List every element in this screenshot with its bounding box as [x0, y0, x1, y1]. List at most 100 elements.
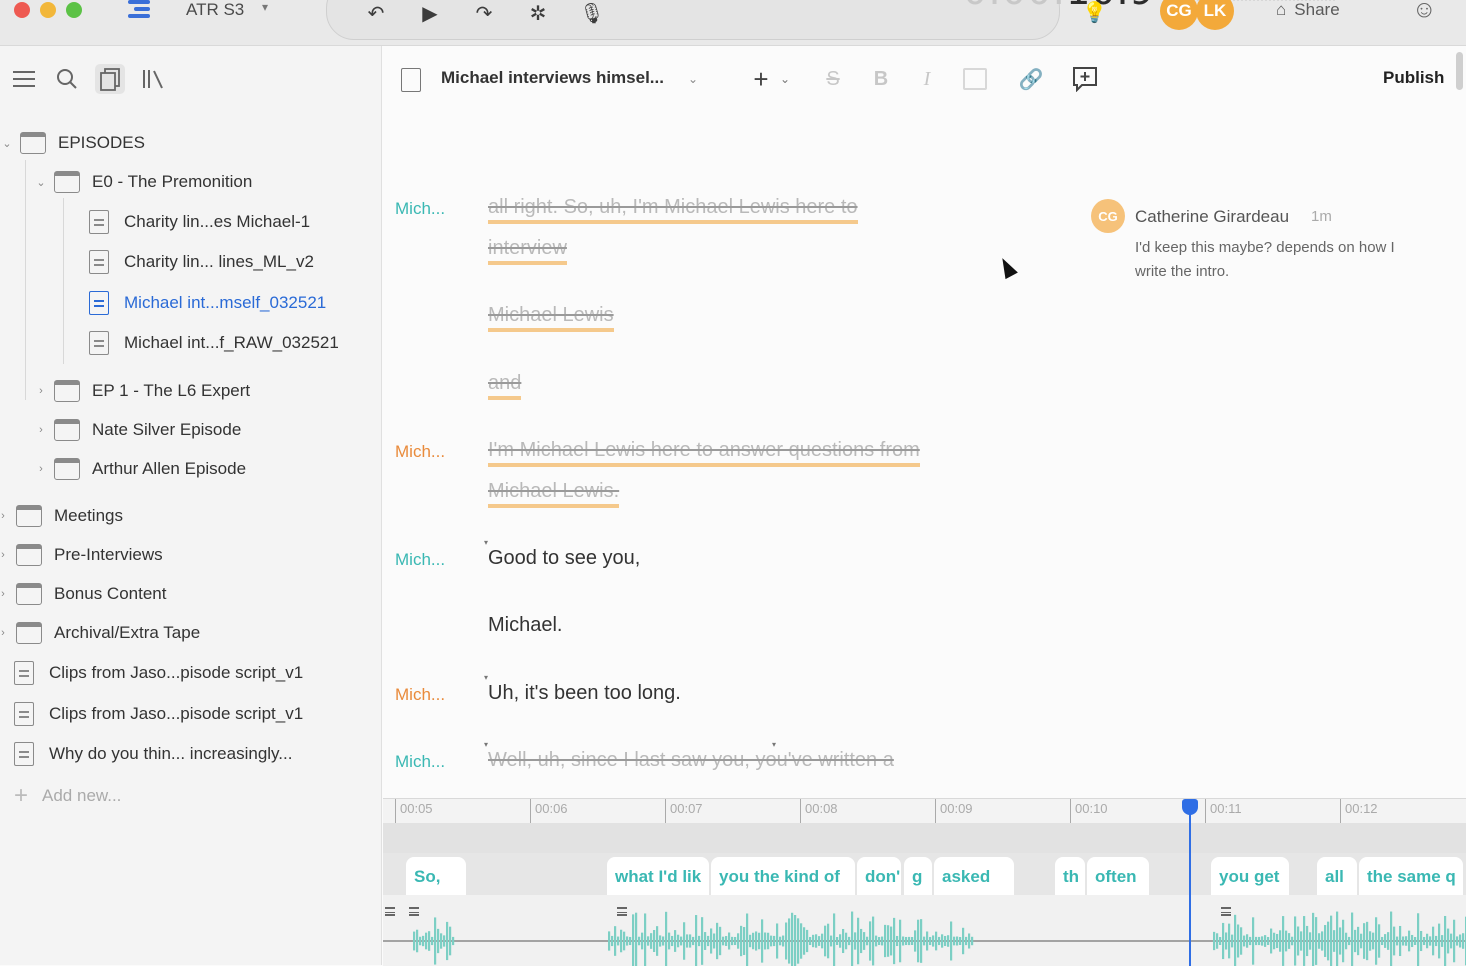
tree-folder[interactable]: › EP 1 - The L6 Expert [34, 376, 250, 406]
sparkle-icon[interactable]: ✲ [525, 1, 551, 25]
clip-handle-icon[interactable] [385, 907, 395, 916]
word-chip[interactable]: th [1055, 857, 1085, 895]
word-chip[interactable]: often [1087, 857, 1149, 895]
tree-doc[interactable]: Why do you thin... increasingly... [11, 739, 292, 769]
strikethrough-icon[interactable]: S [817, 64, 849, 94]
microphone-icon[interactable]: 🎙 [579, 1, 605, 25]
library-icon[interactable] [139, 64, 169, 94]
waveform-bar [1435, 935, 1438, 947]
lightbulb-icon[interactable]: 💡 [1082, 0, 1107, 25]
transcript-line-deleted[interactable]: Well, uh, since I last saw you, you've w… [488, 749, 894, 772]
tree-doc[interactable]: Clips from Jaso...pisode script_v1 [11, 658, 303, 688]
tree-folder[interactable]: › Meetings [0, 501, 123, 531]
tree-doc[interactable]: Charity lin...es Michael-1 [86, 207, 310, 237]
word-chip[interactable]: g [904, 857, 932, 895]
word-chip[interactable]: what I'd lik [607, 857, 709, 895]
folder-icon [54, 458, 80, 480]
speaker-label[interactable]: Mich... [395, 442, 445, 462]
chevron-down-icon[interactable]: ⌄ [677, 64, 709, 94]
speaker-label[interactable]: Mich... [395, 550, 445, 570]
waveform-bar [908, 936, 911, 946]
word-chip[interactable]: you get [1211, 857, 1289, 895]
waveform-bar [452, 936, 455, 946]
playhead[interactable] [1182, 799, 1198, 966]
undo-icon[interactable]: ↶ [363, 1, 389, 25]
word-chip[interactable]: don' [857, 857, 901, 895]
transcript-line[interactable]: Good to see you, [488, 547, 640, 570]
tree-folder-episodes[interactable]: ⌄ EPISODES [0, 128, 145, 158]
waveform-bar [737, 933, 740, 949]
avatar[interactable]: CG [1160, 0, 1198, 30]
speaker-label[interactable]: Mich... [395, 199, 445, 219]
tree-doc-active[interactable]: Michael int...mself_032521 [86, 288, 326, 318]
waveform-bar [1408, 930, 1411, 952]
waveform-bar [785, 922, 788, 960]
waveform-bar [1396, 936, 1399, 946]
chevron-down-icon[interactable]: ▾ [262, 0, 268, 14]
avatar[interactable]: LK [1196, 0, 1234, 30]
redo-icon[interactable]: ↷ [471, 1, 497, 25]
zoom-window-button[interactable] [66, 2, 82, 18]
waveform-bar [857, 917, 860, 965]
waveform-bar [746, 913, 749, 966]
menu-icon[interactable] [9, 64, 39, 94]
close-window-button[interactable] [14, 2, 30, 18]
waveform-bar [887, 925, 890, 957]
transcript-line-deleted[interactable]: I'm Michael Lewis here to answer questio… [488, 439, 920, 467]
highlight-icon[interactable] [959, 64, 991, 94]
speaker-label[interactable]: Mich... [395, 752, 445, 772]
timeline[interactable]: 00:05 00:06 00:07 00:08 00:09 00:10 00:1… [383, 798, 1466, 966]
tree-folder[interactable]: › Pre-Interviews [0, 540, 163, 570]
scrollbar[interactable] [1456, 52, 1463, 90]
transcript-line-deleted[interactable]: and [488, 372, 522, 400]
time-ruler[interactable]: 00:05 00:06 00:07 00:08 00:09 00:10 00:1… [383, 799, 1466, 823]
documents-icon[interactable] [95, 64, 125, 94]
comment-body[interactable]: I'd keep this maybe? depends on how I wr… [1135, 236, 1405, 284]
document-icon [401, 68, 421, 92]
transcript-line-deleted[interactable]: Michael Lewis. [488, 480, 620, 508]
link-icon[interactable]: 🔗 [1015, 64, 1047, 94]
word-chip[interactable]: So, [406, 857, 466, 895]
italic-icon[interactable]: I [911, 64, 943, 94]
playhead-handle[interactable] [1182, 799, 1198, 815]
add-new-button[interactable]: + Add new... [14, 781, 121, 811]
clip-handle-icon[interactable] [409, 907, 419, 916]
tree-folder[interactable]: › Arthur Allen Episode [34, 454, 246, 484]
project-name[interactable]: ATR S3 [186, 0, 244, 20]
minimize-window-button[interactable] [40, 2, 56, 18]
tree-doc[interactable]: Charity lin... lines_ML_v2 [86, 247, 314, 277]
document-title[interactable]: Michael interviews himsel... [441, 68, 664, 88]
word-chip[interactable]: all [1317, 857, 1357, 895]
share-button[interactable]: ⌂ Share [1276, 0, 1340, 20]
bold-icon[interactable]: B [865, 64, 897, 94]
ruler-tick: 00:11 [1205, 799, 1242, 823]
chevron-down-icon[interactable]: ⌄ [769, 64, 801, 94]
clip-handle-icon[interactable] [617, 907, 627, 916]
tree-folder-e0[interactable]: ⌄ E0 - The Premonition [34, 167, 252, 197]
transcript-line-deleted[interactable]: Michael Lewis [488, 304, 614, 332]
search-icon[interactable] [52, 64, 82, 94]
publish-button[interactable]: Publish [1383, 68, 1444, 88]
tree-doc[interactable]: Michael int...f_RAW_032521 [86, 328, 339, 358]
transcript-line[interactable]: Michael. [488, 614, 562, 637]
word-chip[interactable]: the same q [1359, 857, 1463, 895]
clip-handle-icon[interactable] [1221, 907, 1231, 916]
waveform-bar [1363, 923, 1366, 959]
waveform-lane[interactable] [383, 895, 1466, 966]
add-comment-icon[interactable] [1069, 64, 1101, 94]
word-chip[interactable]: you the kind of [711, 857, 855, 895]
tree-folder[interactable]: › Bonus Content [0, 579, 166, 609]
chevron-right-icon: › [1, 510, 5, 522]
transcript-line-deleted[interactable]: all right. So, uh, I'm Michael Lewis her… [488, 196, 858, 224]
waveform-bar [1441, 935, 1444, 947]
word-chip[interactable]: asked [934, 857, 1014, 895]
transcript-line[interactable]: Uh, it's been too long. [488, 682, 681, 705]
speaker-label[interactable]: Mich... [395, 685, 445, 705]
transcript-line-deleted[interactable]: interview [488, 237, 567, 265]
tree-folder[interactable]: › Nate Silver Episode [34, 415, 241, 445]
play-button[interactable]: ▶ [417, 1, 443, 25]
tree-doc[interactable]: Clips from Jaso...pisode script_v1 [11, 699, 303, 729]
tree-folder[interactable]: › Archival/Extra Tape [0, 618, 200, 648]
waveform-bar [893, 917, 896, 965]
smile-icon[interactable]: ☺ [1412, 0, 1437, 24]
